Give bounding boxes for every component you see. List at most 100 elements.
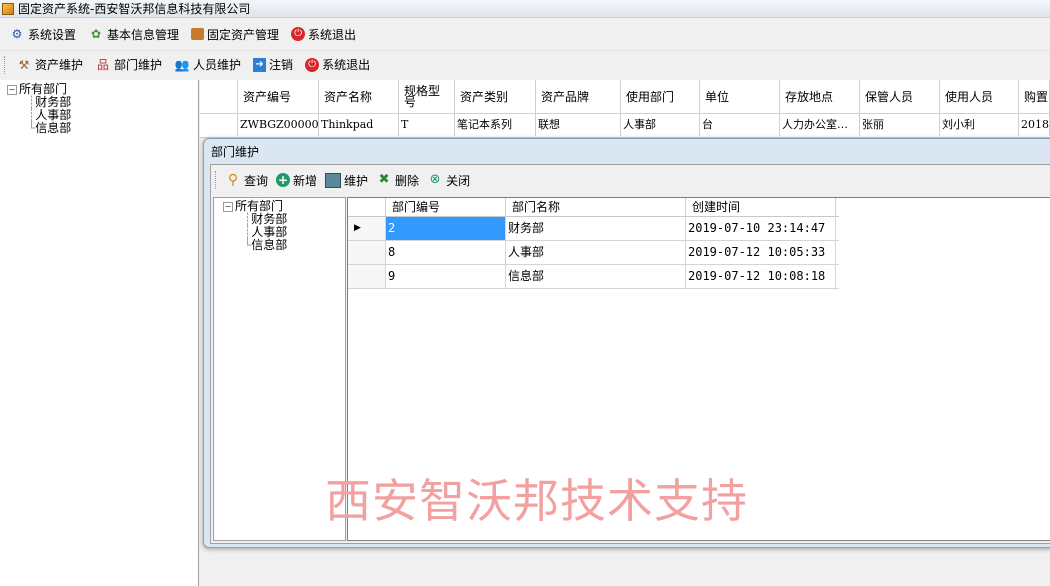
menu-exit[interactable]: ⏻ 系统退出 bbox=[285, 22, 362, 46]
table-cell[interactable]: 人事部 bbox=[621, 114, 700, 136]
column-header[interactable]: 资产名称 bbox=[319, 80, 399, 113]
table-cell[interactable]: 9 bbox=[386, 265, 506, 288]
button-label: 关闭 bbox=[446, 173, 471, 188]
toolbar-grip[interactable] bbox=[215, 171, 219, 189]
asset-grid-header: 资产编号 资产名称 规格型号 资产类别 资产品牌 使用部门 单位 存放地点 保管… bbox=[200, 80, 1050, 114]
add-icon: + bbox=[276, 173, 291, 187]
edit-button[interactable]: 维护 bbox=[321, 168, 372, 192]
column-header[interactable]: 部门编号 bbox=[386, 198, 506, 216]
row-header-corner bbox=[200, 80, 238, 113]
row-header[interactable] bbox=[348, 241, 386, 264]
edit-icon bbox=[325, 172, 342, 188]
menu-label: 固定资产管理 bbox=[207, 27, 280, 42]
search-button[interactable]: ⚲ 查询 bbox=[221, 168, 272, 192]
logout-icon: ➜ bbox=[253, 57, 267, 72]
gear-icon: ✿ bbox=[90, 27, 102, 41]
toolbar-exit[interactable]: ⏻ 系统退出 bbox=[299, 53, 376, 77]
table-cell[interactable]: 人力办公室… bbox=[780, 114, 860, 136]
tree-root-label: 所有部门 bbox=[235, 199, 284, 213]
asset-grid: 资产编号 资产名称 规格型号 资产类别 资产品牌 使用部门 单位 存放地点 保管… bbox=[200, 80, 1050, 138]
tree-item-label: 财务部 bbox=[251, 212, 288, 226]
column-header[interactable]: 创建时间 bbox=[686, 198, 836, 216]
column-header[interactable]: 资产编号 bbox=[238, 80, 319, 113]
delete-icon: ✖ bbox=[378, 172, 390, 187]
menu-basic-info[interactable]: ✿ 基本信息管理 bbox=[82, 22, 185, 46]
row-header-corner bbox=[348, 198, 386, 216]
table-cell[interactable]: T bbox=[399, 114, 455, 136]
table-cell[interactable]: 财务部 bbox=[506, 217, 686, 240]
button-label: 查询 bbox=[244, 173, 269, 188]
toolbar-grip[interactable] bbox=[4, 55, 8, 74]
dialog-toolbar: ⚲ 查询 + 新增 维护 ✖ 删除 ⊗ 关闭 bbox=[211, 165, 1050, 195]
collapse-icon[interactable]: − bbox=[223, 201, 233, 212]
dialog-title: 部门维护 bbox=[211, 145, 260, 159]
table-cell[interactable]: 刘小利 bbox=[940, 114, 1019, 136]
collapse-icon[interactable]: − bbox=[7, 84, 17, 95]
table-cell[interactable]: 信息部 bbox=[506, 265, 686, 288]
row-header[interactable]: ▶ bbox=[348, 217, 386, 240]
table-cell[interactable]: Thinkpad bbox=[319, 114, 399, 136]
menu-system-settings[interactable]: ⚙ 系统设置 bbox=[3, 22, 82, 46]
window-title: 固定资产系统-西安智沃邦信息科技有限公司 bbox=[18, 2, 251, 16]
search-icon: ⚲ bbox=[227, 172, 239, 188]
toolbar-asset-maintain[interactable]: ⚒ 资产维护 bbox=[10, 53, 89, 77]
menu-asset-management[interactable]: 固定资产管理 bbox=[185, 22, 285, 46]
table-cell[interactable]: 2019-07-12 10:05:33 bbox=[686, 241, 836, 264]
tree-item-label: 人事部 bbox=[251, 225, 288, 239]
toolbar-label: 注销 bbox=[269, 58, 294, 72]
row-header[interactable] bbox=[348, 265, 386, 288]
table-cell[interactable]: ZWBGZ0000012 bbox=[238, 114, 319, 136]
column-header[interactable]: 资产类别 bbox=[455, 80, 536, 113]
column-header[interactable]: 规格型号 bbox=[399, 80, 455, 113]
column-header[interactable]: 购置 bbox=[1019, 80, 1050, 113]
table-row[interactable]: 9 信息部 2019-07-12 10:08:18 bbox=[348, 265, 839, 289]
column-header[interactable]: 部门名称 bbox=[506, 198, 686, 216]
table-row[interactable]: ▶ 2 财务部 2019-07-10 23:14:47 bbox=[348, 217, 839, 241]
tree-root-label: 所有部门 bbox=[19, 82, 68, 96]
table-cell[interactable]: 张丽 bbox=[860, 114, 940, 136]
tree-item-label: 信息部 bbox=[35, 121, 72, 135]
table-cell[interactable]: 人事部 bbox=[506, 241, 686, 264]
toolbar-logout[interactable]: ➜ 注销 bbox=[247, 53, 299, 77]
button-label: 维护 bbox=[344, 173, 369, 188]
button-label: 删除 bbox=[395, 173, 420, 188]
toolbar-label: 部门维护 bbox=[114, 58, 163, 72]
toolbar-dept-maintain[interactable]: 品 部门维护 bbox=[89, 53, 168, 77]
table-cell[interactable]: 2019-07-12 10:08:18 bbox=[686, 265, 836, 288]
table-cell[interactable]: 笔记本系列 bbox=[455, 114, 536, 136]
table-cell[interactable]: 8 bbox=[386, 241, 506, 264]
tree-item[interactable]: └信息部 bbox=[7, 122, 198, 135]
delete-button[interactable]: ✖ 删除 bbox=[372, 168, 423, 192]
org-chart-icon: 品 bbox=[97, 57, 110, 72]
table-cell[interactable]: 2019-07-10 23:14:47 bbox=[686, 217, 836, 240]
toolbar-staff-maintain[interactable]: 👥 人员维护 bbox=[168, 53, 247, 77]
add-button[interactable]: + 新增 bbox=[272, 168, 321, 192]
main-toolbar: ⚒ 资产维护 品 部门维护 👥 人员维护 ➜ 注销 ⏻ 系统退出 bbox=[0, 50, 1050, 78]
table-row[interactable]: ZWBGZ0000012 Thinkpad T 笔记本系列 联想 人事部 台 人… bbox=[200, 114, 1050, 136]
column-header[interactable]: 资产品牌 bbox=[536, 80, 621, 113]
toolbar-label: 系统退出 bbox=[322, 58, 371, 72]
menu-bar: ⚙ 系统设置 ✿ 基本信息管理 固定资产管理 ⏻ 系统退出 bbox=[0, 20, 1050, 48]
tree-item-label: 财务部 bbox=[35, 95, 72, 109]
settings-icon: ⚙ bbox=[11, 27, 23, 41]
people-icon: 👥 bbox=[174, 57, 190, 72]
table-cell[interactable]: 台 bbox=[700, 114, 780, 136]
column-header[interactable]: 使用人员 bbox=[940, 80, 1019, 113]
close-button[interactable]: ⊗ 关闭 bbox=[423, 168, 474, 192]
row-header[interactable] bbox=[200, 114, 238, 136]
close-icon: ⊗ bbox=[429, 172, 441, 187]
column-header[interactable]: 单位 bbox=[700, 80, 780, 113]
menu-label: 系统退出 bbox=[308, 27, 357, 42]
tree-item[interactable]: └信息部 bbox=[223, 239, 345, 252]
table-cell[interactable]: 联想 bbox=[536, 114, 621, 136]
table-cell[interactable]: 2 bbox=[386, 217, 506, 240]
column-header[interactable]: 保管人员 bbox=[860, 80, 940, 113]
briefcase-icon bbox=[191, 28, 205, 40]
table-row[interactable]: 8 人事部 2019-07-12 10:05:33 bbox=[348, 241, 839, 265]
toolbar-label: 人员维护 bbox=[193, 58, 242, 72]
table-cell[interactable]: 2018 bbox=[1019, 114, 1050, 136]
column-header[interactable]: 使用部门 bbox=[621, 80, 700, 113]
column-header[interactable]: 存放地点 bbox=[780, 80, 860, 113]
tree-item-label: 人事部 bbox=[35, 108, 72, 122]
window-titlebar: 固定资产系统-西安智沃邦信息科技有限公司 bbox=[0, 0, 1050, 18]
